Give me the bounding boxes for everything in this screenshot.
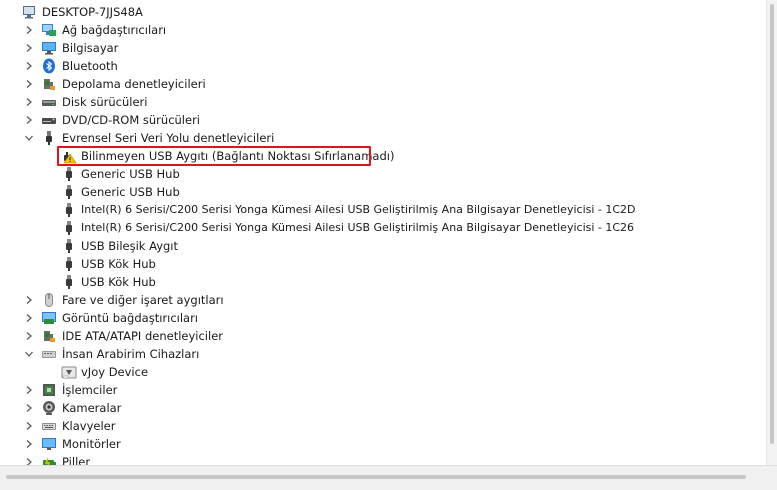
monitor-icon <box>41 436 57 452</box>
tree-item-vjoy-device[interactable]: vJoy Device <box>0 363 300 381</box>
tree-item-label: Bilgisayar <box>62 41 119 55</box>
device-tree[interactable]: DESKTOP-7JJS48A Ağ bağdaştırıcıları Bilg… <box>0 0 766 465</box>
chevron-right-icon[interactable] <box>24 439 34 449</box>
tree-item-label: Intel(R) 6 Serisi/C200 Serisi Yonga Küme… <box>81 203 636 216</box>
tree-item-computer[interactable]: Bilgisayar <box>0 39 300 57</box>
tree-item-network-adapters[interactable]: Ağ bağdaştırıcıları <box>0 21 300 39</box>
tree-item-keyboards[interactable]: Klavyeler <box>0 417 300 435</box>
tree-item-label: Intel(R) 6 Serisi/C200 Serisi Yonga Küme… <box>81 221 635 234</box>
chevron-right-icon[interactable] <box>24 43 34 53</box>
tree-item-label: Görüntü bağdaştırıcıları <box>62 311 199 325</box>
highlight-box <box>57 146 371 166</box>
tree-item-usb-root-hub[interactable]: USB Kök Hub <box>0 273 300 291</box>
chevron-right-icon[interactable] <box>24 61 34 71</box>
display-adapter-icon <box>41 310 57 326</box>
tree-item-generic-usb-hub[interactable]: Generic USB Hub <box>0 183 300 201</box>
computer-icon <box>41 40 57 56</box>
chevron-right-icon[interactable] <box>24 295 34 305</box>
tree-root[interactable]: DESKTOP-7JJS48A <box>0 3 300 21</box>
tree-item-label: İnsan Arabirim Cihazları <box>62 347 200 361</box>
horizontal-scroll-thumb[interactable] <box>6 475 746 479</box>
tree-item-usb-composite-device[interactable]: USB Bileşik Aygıt <box>0 237 300 255</box>
tree-item-display-adapters[interactable]: Görüntü bağdaştırıcıları <box>0 309 300 327</box>
usb-icon <box>41 130 57 146</box>
usb-plug-icon <box>61 166 77 182</box>
mouse-icon <box>41 292 57 308</box>
tree-item-label: USB Bileşik Aygıt <box>81 239 179 253</box>
horizontal-scrollbar[interactable] <box>0 465 777 490</box>
ide-controller-icon <box>41 328 57 344</box>
usb-plug-icon <box>61 202 77 218</box>
computer-root-icon <box>21 4 37 20</box>
battery-icon <box>41 454 57 465</box>
tree-item-mice[interactable]: Fare ve diğer işaret aygıtları <box>0 291 300 309</box>
usb-plug-icon <box>61 220 77 236</box>
usb-plug-icon <box>61 238 77 254</box>
chevron-right-icon[interactable] <box>24 115 34 125</box>
tree-item-storage-controllers[interactable]: Depolama denetleyicileri <box>0 75 300 93</box>
tree-item-intel-usb-controller-1c26[interactable]: Intel(R) 6 Serisi/C200 Serisi Yonga Küme… <box>0 219 680 237</box>
chevron-right-icon[interactable] <box>24 25 34 35</box>
chevron-down-icon[interactable] <box>24 349 34 359</box>
tree-item-usb-root-hub[interactable]: USB Kök Hub <box>0 255 300 273</box>
tree-item-batteries[interactable]: Piller <box>0 453 300 465</box>
hid-device-icon <box>61 364 77 380</box>
vertical-scroll-thumb[interactable] <box>770 4 774 444</box>
camera-icon <box>41 400 57 416</box>
tree-item-label: Kameralar <box>62 401 122 415</box>
tree-item-dvd-drives[interactable]: DVD/CD-ROM sürücüleri <box>0 111 300 129</box>
chevron-right-icon[interactable] <box>24 421 34 431</box>
tree-item-label: Bluetooth <box>62 59 118 73</box>
tree-item-label: Monitörler <box>62 437 121 451</box>
tree-item-label: Ağ bağdaştırıcıları <box>62 23 167 37</box>
tree-item-processors[interactable]: İşlemciler <box>0 381 300 399</box>
chevron-right-icon[interactable] <box>24 385 34 395</box>
tree-item-label: Disk sürücüleri <box>62 95 148 109</box>
usb-plug-icon <box>61 256 77 272</box>
usb-plug-icon <box>61 274 77 290</box>
tree-item-hid[interactable]: İnsan Arabirim Cihazları <box>0 345 300 363</box>
tree-item-label: Fare ve diğer işaret aygıtları <box>62 293 224 307</box>
tree-item-label: İşlemciler <box>62 383 118 397</box>
tree-item-label: DVD/CD-ROM sürücüleri <box>62 113 201 127</box>
tree-item-intel-usb-controller-1c2d[interactable]: Intel(R) 6 Serisi/C200 Serisi Yonga Küme… <box>0 201 680 219</box>
tree-item-label: USB Kök Hub <box>81 257 156 271</box>
chevron-right-icon[interactable] <box>24 403 34 413</box>
chevron-right-icon[interactable] <box>24 79 34 89</box>
tree-item-disk-drives[interactable]: Disk sürücüleri <box>0 93 300 111</box>
hid-icon <box>41 346 57 362</box>
chevron-right-icon[interactable] <box>24 457 34 465</box>
tree-item-label: USB Kök Hub <box>81 275 156 289</box>
disk-drive-icon <box>41 94 57 110</box>
tree-item-label: Piller <box>62 455 91 465</box>
tree-item-bluetooth[interactable]: Bluetooth <box>0 57 300 75</box>
network-adapter-icon <box>41 22 57 38</box>
tree-item-label: Generic USB Hub <box>81 185 180 199</box>
bluetooth-icon <box>41 58 57 74</box>
chevron-right-icon[interactable] <box>24 313 34 323</box>
chevron-right-icon[interactable] <box>24 331 34 341</box>
chevron-right-icon[interactable] <box>24 97 34 107</box>
tree-item-label: Evrensel Seri Veri Yolu denetleyicileri <box>62 131 275 145</box>
tree-item-label: Klavyeler <box>62 419 116 433</box>
processor-icon <box>41 382 57 398</box>
vertical-scrollbar[interactable] <box>766 0 777 465</box>
tree-item-label: vJoy Device <box>81 365 149 379</box>
usb-plug-icon <box>61 184 77 200</box>
tree-item-monitors[interactable]: Monitörler <box>0 435 300 453</box>
tree-item-label: IDE ATA/ATAPI denetleyiciler <box>62 329 224 343</box>
storage-controller-icon <box>41 76 57 92</box>
tree-item-label: Generic USB Hub <box>81 167 180 181</box>
tree-item-label: Depolama denetleyicileri <box>62 77 206 91</box>
tree-item-usb-controllers[interactable]: Evrensel Seri Veri Yolu denetleyicileri <box>0 129 300 147</box>
dvd-drive-icon <box>41 112 57 128</box>
chevron-down-icon[interactable] <box>24 133 34 143</box>
tree-item-cameras[interactable]: Kameralar <box>0 399 300 417</box>
tree-item-ide-controllers[interactable]: IDE ATA/ATAPI denetleyiciler <box>0 327 300 345</box>
keyboard-icon <box>41 418 57 434</box>
root-label: DESKTOP-7JJS48A <box>42 5 143 19</box>
tree-item-generic-usb-hub[interactable]: Generic USB Hub <box>0 165 300 183</box>
